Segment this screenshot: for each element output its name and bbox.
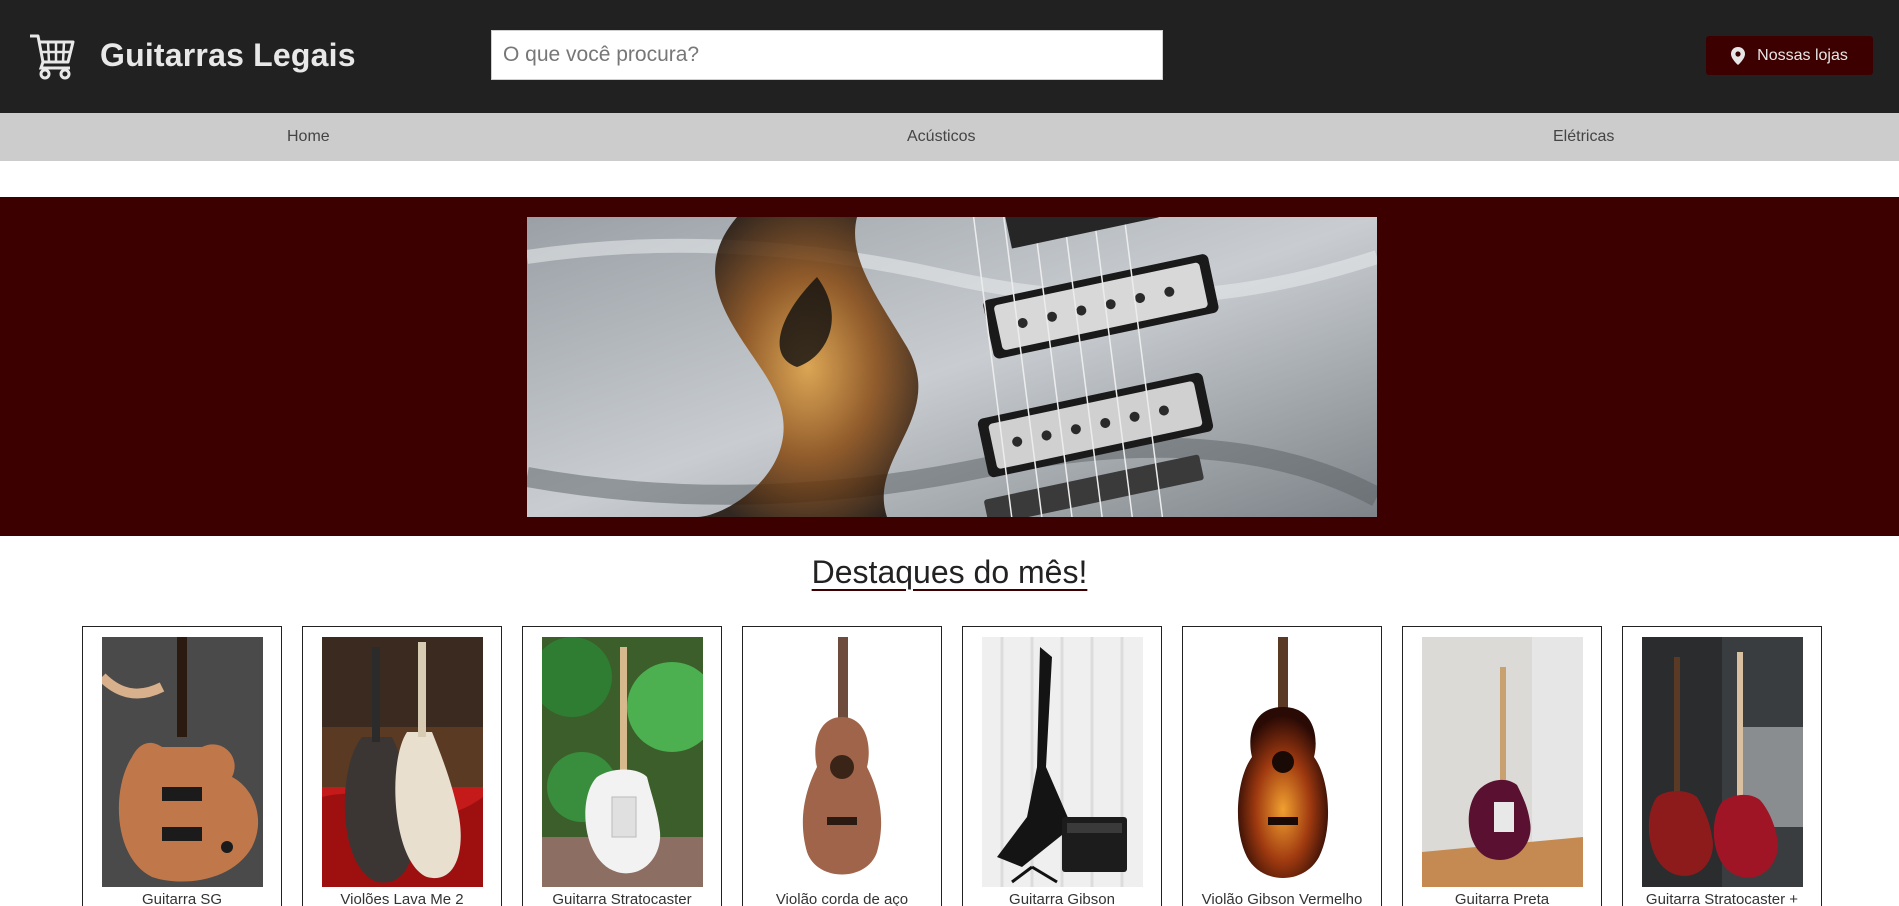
product-name[interactable]: Guitarra SG [83, 891, 281, 906]
nav-item-acusticos[interactable]: Acústicos [907, 113, 975, 161]
product-card[interactable]: Guitarra Gibson [962, 626, 1162, 906]
product-card[interactable]: Violão corda de aço [742, 626, 942, 906]
nav-item-home[interactable]: Home [287, 113, 330, 161]
product-image[interactable] [1642, 637, 1803, 887]
featured-title: Destaques do mês! [811, 554, 1088, 590]
search-input[interactable] [492, 31, 1162, 79]
product-image[interactable] [1202, 637, 1363, 887]
product-name[interactable]: Violões Lava Me 2 [303, 891, 501, 906]
featured-section-heading: Destaques do mês! [0, 554, 1899, 591]
map-pin-icon [1731, 46, 1746, 65]
product-name[interactable]: Guitarra Preta [1403, 891, 1601, 906]
product-image[interactable] [762, 637, 923, 887]
product-name[interactable]: Guitarra Gibson [963, 891, 1161, 906]
product-name[interactable]: Guitarra Stratocaster + [1623, 891, 1821, 906]
product-card[interactable]: Violões Lava Me 2 [302, 626, 502, 906]
search-box[interactable] [491, 30, 1163, 80]
site-title: Guitarras Legais [100, 36, 356, 73]
product-name[interactable]: Guitarra Stratocaster [523, 891, 721, 906]
our-stores-button[interactable]: Nossas lojas [1706, 36, 1873, 75]
product-card[interactable]: Guitarra SG [82, 626, 282, 906]
product-name[interactable]: Violão corda de aço [743, 891, 941, 906]
product-card[interactable]: Guitarra Preta [1402, 626, 1602, 906]
product-card[interactable]: Guitarra Stratocaster + [1622, 626, 1822, 906]
our-stores-label: Nossas lojas [1757, 46, 1848, 64]
product-card[interactable]: Guitarra Stratocaster [522, 626, 722, 906]
banner-image [527, 217, 1377, 517]
shopping-cart-icon [30, 34, 75, 80]
product-image[interactable] [982, 637, 1143, 887]
product-image[interactable] [102, 637, 263, 887]
nav-item-eletricas[interactable]: Elétricas [1553, 113, 1614, 161]
product-image[interactable] [542, 637, 703, 887]
product-image[interactable] [322, 637, 483, 887]
product-name[interactable]: Violão Gibson Vermelho [1183, 891, 1381, 906]
site-logo[interactable]: Guitarras Legais [28, 30, 356, 80]
product-image[interactable] [1422, 637, 1583, 887]
hero-banner [0, 197, 1899, 536]
main-nav: Home Acústicos Elétricas [0, 113, 1899, 161]
product-card[interactable]: Violão Gibson Vermelho [1182, 626, 1382, 906]
featured-products-grid: Guitarra SG Violões Lava Me 2 Guitarra S… [82, 626, 1822, 906]
site-header: Guitarras Legais Nossas lojas [0, 0, 1899, 113]
